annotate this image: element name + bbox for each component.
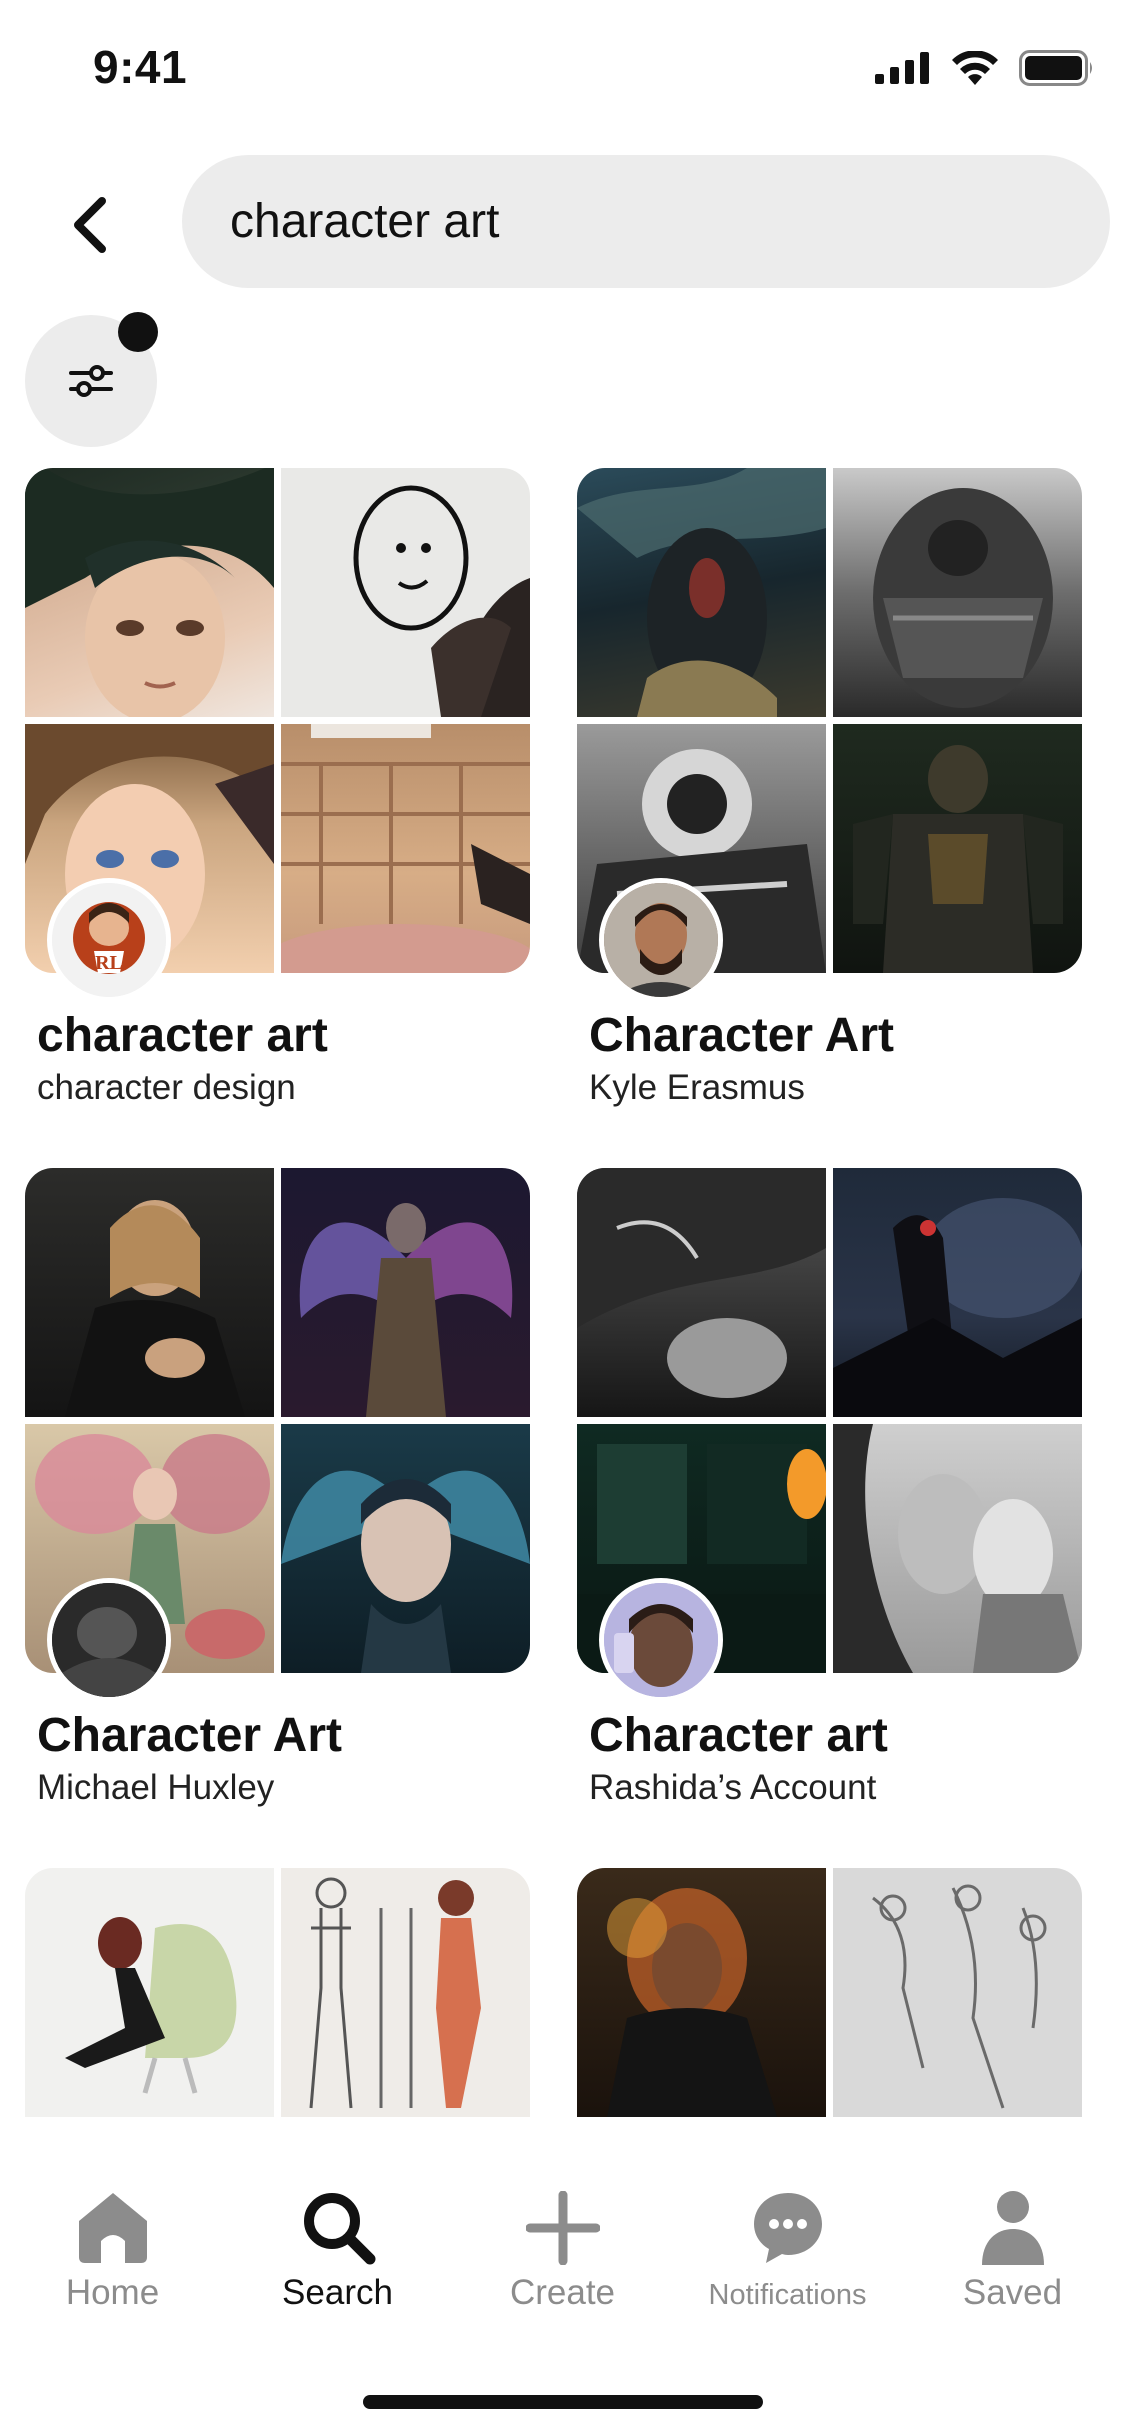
board-image [281,1868,530,2117]
board-image [577,468,826,717]
board-title: Character Art [589,1009,894,1062]
board-image [25,468,274,717]
board-image [577,1868,826,2117]
board-image [833,1868,1082,2117]
sliders-icon [69,365,113,397]
tab-bar: Home Search Create Notifications Saved [0,2170,1125,2320]
board-image [577,1168,826,1417]
board-subtitle: Kyle Erasmus [589,1068,805,1107]
tab-notifications[interactable]: Notifications [675,2170,900,2320]
search-icon [303,2193,375,2265]
plus-icon [525,2191,600,2265]
tab-label: Search [282,2273,393,2312]
status-time: 9:41 [93,41,188,93]
board-image [25,1168,274,1417]
board-card[interactable]: RL character art character design [25,468,530,1107]
board-owner-avatar [599,1578,723,1702]
wifi-icon [952,51,998,85]
board-subtitle: Rashida’s Account [589,1768,877,1807]
board-owner-avatar [599,878,723,1002]
tab-label: Notifications [708,2279,867,2311]
home-icon [78,2193,147,2263]
tab-search[interactable]: Search [225,2170,450,2320]
board-owner-avatar: RL [47,878,171,1002]
back-button[interactable] [50,185,130,265]
tab-home[interactable]: Home [0,2170,225,2320]
board-title: Character Art [37,1709,342,1762]
board-card[interactable]: Character Art Kyle Erasmus [577,468,1082,1107]
tab-label: Home [65,2273,160,2312]
filter-active-indicator [118,312,158,352]
board-image [833,468,1082,717]
board-image [833,724,1082,973]
chat-bubble-icon [753,2193,822,2263]
cellular-signal-icon [875,52,929,84]
board-subtitle: character design [37,1068,296,1107]
board-title: character art [37,1009,328,1062]
tab-create[interactable]: Create [450,2170,675,2320]
battery-icon [1019,50,1092,86]
person-icon [981,2191,1044,2265]
board-image [281,468,530,717]
board-card[interactable]: Character Art Michael Huxley [25,1168,530,1807]
search-input[interactable]: character art [182,155,1110,288]
board-image [833,1168,1082,1417]
chevron-left-icon [74,197,106,253]
status-bar: 9:41 [0,0,1125,140]
board-owner-avatar [47,1578,171,1702]
tab-saved[interactable]: Saved [900,2170,1125,2320]
board-image [281,1168,530,1417]
board-card[interactable]: Character art Rashida’s Account [577,1168,1082,1807]
board-image [281,1424,530,1673]
board-subtitle: Michael Huxley [37,1768,275,1807]
board-image [833,1424,1082,1673]
svg-text:RL: RL [95,952,123,974]
board-image [25,1868,274,2117]
tab-label: Saved [962,2273,1063,2312]
tab-label: Create [509,2273,616,2312]
search-query-text: character art [230,195,500,248]
home-indicator [363,2395,763,2409]
board-title: Character art [589,1709,888,1762]
status-icons [875,50,1095,86]
board-image [281,724,530,973]
